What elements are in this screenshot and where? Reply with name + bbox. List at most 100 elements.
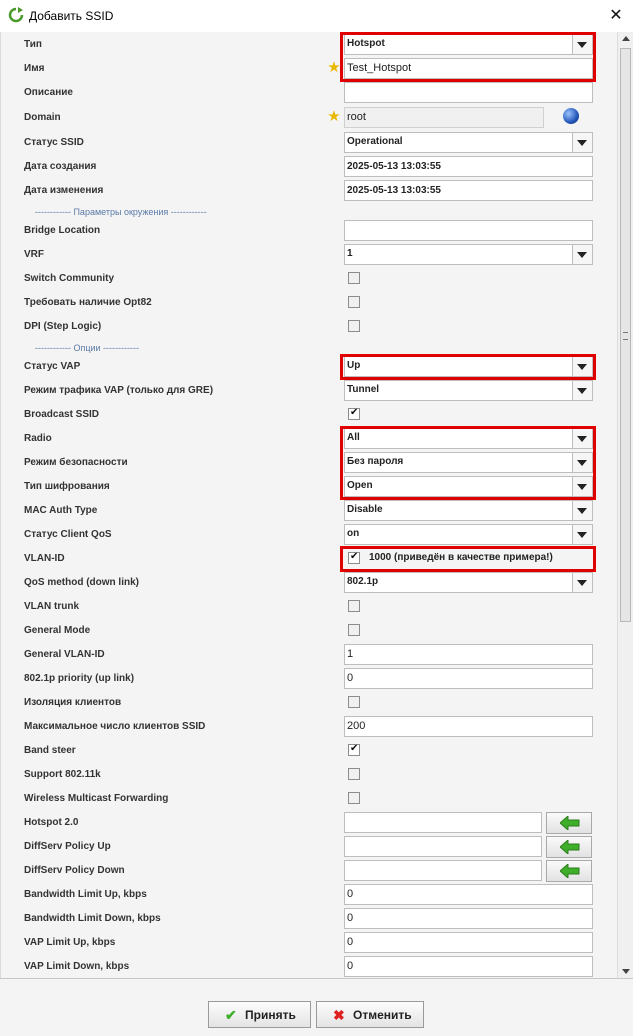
chevron-down-icon[interactable]	[572, 501, 592, 520]
bridge-location-input[interactable]	[344, 220, 593, 241]
vlan-id-value: 1000 (приведён в качестве примера!)	[369, 552, 553, 563]
bw-limit-up-label: Bandwidth Limit Up, kbps	[24, 889, 147, 900]
chevron-down-icon[interactable]	[572, 525, 592, 544]
dpi-checkbox[interactable]	[348, 320, 360, 332]
mac-auth-type-value: Disable	[347, 504, 383, 515]
vertical-scrollbar[interactable]	[617, 32, 633, 978]
chevron-down-icon[interactable]	[572, 133, 592, 152]
vap-limit-up-input[interactable]: 0	[344, 932, 593, 953]
chevron-down-icon[interactable]	[572, 429, 592, 448]
band-steer-checkbox[interactable]	[348, 743, 360, 756]
type-value: Hotspot	[347, 38, 385, 49]
hotspot20-select-button[interactable]	[546, 812, 592, 834]
row-modified: Дата изменения 2025-05-13 13:03:55	[1, 179, 618, 203]
ssid-status-label: Статус SSID	[24, 137, 84, 148]
modified-label: Дата изменения	[24, 185, 104, 196]
bw-limit-down-input[interactable]: 0	[344, 908, 593, 929]
type-label: Тип	[24, 39, 42, 50]
priority-8021p-input[interactable]: 0	[344, 668, 593, 689]
chevron-down-icon[interactable]	[572, 245, 592, 264]
vap-limit-down-label: VAP Limit Down, kbps	[24, 961, 130, 972]
row-vlan-trunk: VLAN trunk	[1, 595, 618, 619]
vap-status-value: Up	[347, 360, 361, 371]
description-input[interactable]	[344, 82, 593, 103]
row-dpi: DPI (Step Logic)	[1, 315, 618, 339]
security-mode-select[interactable]: Без пароля	[344, 452, 593, 473]
vap-limit-down-input[interactable]: 0	[344, 956, 593, 977]
general-vlan-id-input[interactable]: 1	[344, 644, 593, 665]
chevron-down-icon[interactable]	[572, 35, 592, 54]
vlan-id-checkbox[interactable]	[348, 551, 360, 564]
security-mode-label: Режим безопасности	[24, 457, 128, 468]
row-client-qos: Статус Client QoS on	[1, 523, 618, 547]
row-qos-method: QoS method (down link) 802.1p	[1, 571, 618, 595]
chevron-down-icon[interactable]	[572, 453, 592, 472]
qos-method-select[interactable]: 802.1p	[344, 572, 593, 593]
row-diffserv-down: DiffServ Policy Down	[1, 859, 618, 883]
vap-traffic-mode-select[interactable]: Tunnel	[344, 380, 593, 401]
chevron-down-icon[interactable]	[572, 573, 592, 592]
star-icon: ★	[327, 108, 341, 125]
diffserv-down-input[interactable]	[344, 860, 542, 881]
row-hotspot20: Hotspot 2.0	[1, 811, 618, 835]
row-diffserv-up: DiffServ Policy Up	[1, 835, 618, 859]
mac-auth-type-select[interactable]: Disable	[344, 500, 593, 521]
dialog-footer: ✔ Принять ✖ Отменить	[0, 978, 633, 1036]
client-isolation-checkbox[interactable]	[348, 696, 360, 708]
row-vap-traffic-mode: Режим трафика VAP (только для GRE) Tunne…	[1, 379, 618, 403]
cancel-button[interactable]: ✖ Отменить	[316, 1001, 424, 1028]
diffserv-down-label: DiffServ Policy Down	[24, 865, 125, 876]
bw-limit-up-input[interactable]: 0	[344, 884, 593, 905]
vlan-trunk-checkbox[interactable]	[348, 600, 360, 612]
title-bar: Добавить SSID ✕	[0, 0, 633, 33]
general-mode-label: General Mode	[24, 625, 91, 636]
max-clients-input[interactable]: 200	[344, 716, 593, 737]
type-select[interactable]: Hotspot	[344, 34, 593, 55]
chevron-down-icon[interactable]	[572, 477, 592, 496]
client-qos-label: Статус Client QoS	[24, 529, 112, 540]
globe-icon[interactable]	[563, 108, 579, 124]
accept-label: Принять	[245, 1008, 296, 1022]
row-vap-limit-down: VAP Limit Down, kbps 0	[1, 955, 618, 978]
wireless-multicast-label: Wireless Multicast Forwarding	[24, 793, 169, 804]
broadcast-ssid-label: Broadcast SSID	[24, 409, 100, 420]
switch-community-checkbox[interactable]	[348, 272, 360, 284]
row-radio: Radio All	[1, 427, 618, 451]
row-wireless-multicast: Wireless Multicast Forwarding	[1, 787, 618, 811]
scroll-down-icon[interactable]	[618, 964, 633, 978]
wireless-multicast-checkbox[interactable]	[348, 792, 360, 804]
support-80211k-checkbox[interactable]	[348, 768, 360, 780]
arrow-left-icon	[560, 816, 580, 830]
scroll-up-icon[interactable]	[618, 32, 633, 46]
diffserv-down-select-button[interactable]	[546, 860, 592, 882]
ssid-status-select[interactable]: Operational	[344, 132, 593, 153]
vrf-select[interactable]: 1	[344, 244, 593, 265]
created-field: 2025-05-13 13:03:55	[344, 156, 593, 177]
row-type: Тип Hotspot	[1, 33, 618, 57]
scrollbar-thumb[interactable]	[620, 48, 631, 622]
client-qos-value: on	[347, 528, 360, 539]
name-input[interactable]: Test_Hotspot	[344, 58, 593, 79]
arrow-left-icon	[560, 864, 580, 878]
general-mode-checkbox[interactable]	[348, 624, 360, 636]
domain-label: Domain	[24, 112, 61, 123]
cross-icon: ✖	[333, 1007, 345, 1023]
accept-button[interactable]: ✔ Принять	[208, 1001, 311, 1028]
chevron-down-icon[interactable]	[572, 357, 592, 376]
encryption-type-select[interactable]: Open	[344, 476, 593, 497]
diffserv-up-select-button[interactable]	[546, 836, 592, 858]
close-icon[interactable]: ✕	[604, 4, 628, 28]
client-qos-select[interactable]: on	[344, 524, 593, 545]
radio-select[interactable]: All	[344, 428, 593, 449]
vap-status-select[interactable]: Up	[344, 356, 593, 377]
hotspot20-input[interactable]	[344, 812, 542, 833]
qos-method-label: QoS method (down link)	[24, 577, 139, 588]
diffserv-up-input[interactable]	[344, 836, 542, 857]
name-label: Имя	[24, 63, 45, 74]
opt82-checkbox[interactable]	[348, 296, 360, 308]
row-bridge-location: Bridge Location	[1, 219, 618, 243]
broadcast-ssid-checkbox[interactable]	[348, 407, 360, 420]
chevron-down-icon[interactable]	[572, 381, 592, 400]
vrf-label: VRF	[24, 249, 44, 260]
row-created: Дата создания 2025-05-13 13:03:55	[1, 155, 618, 179]
